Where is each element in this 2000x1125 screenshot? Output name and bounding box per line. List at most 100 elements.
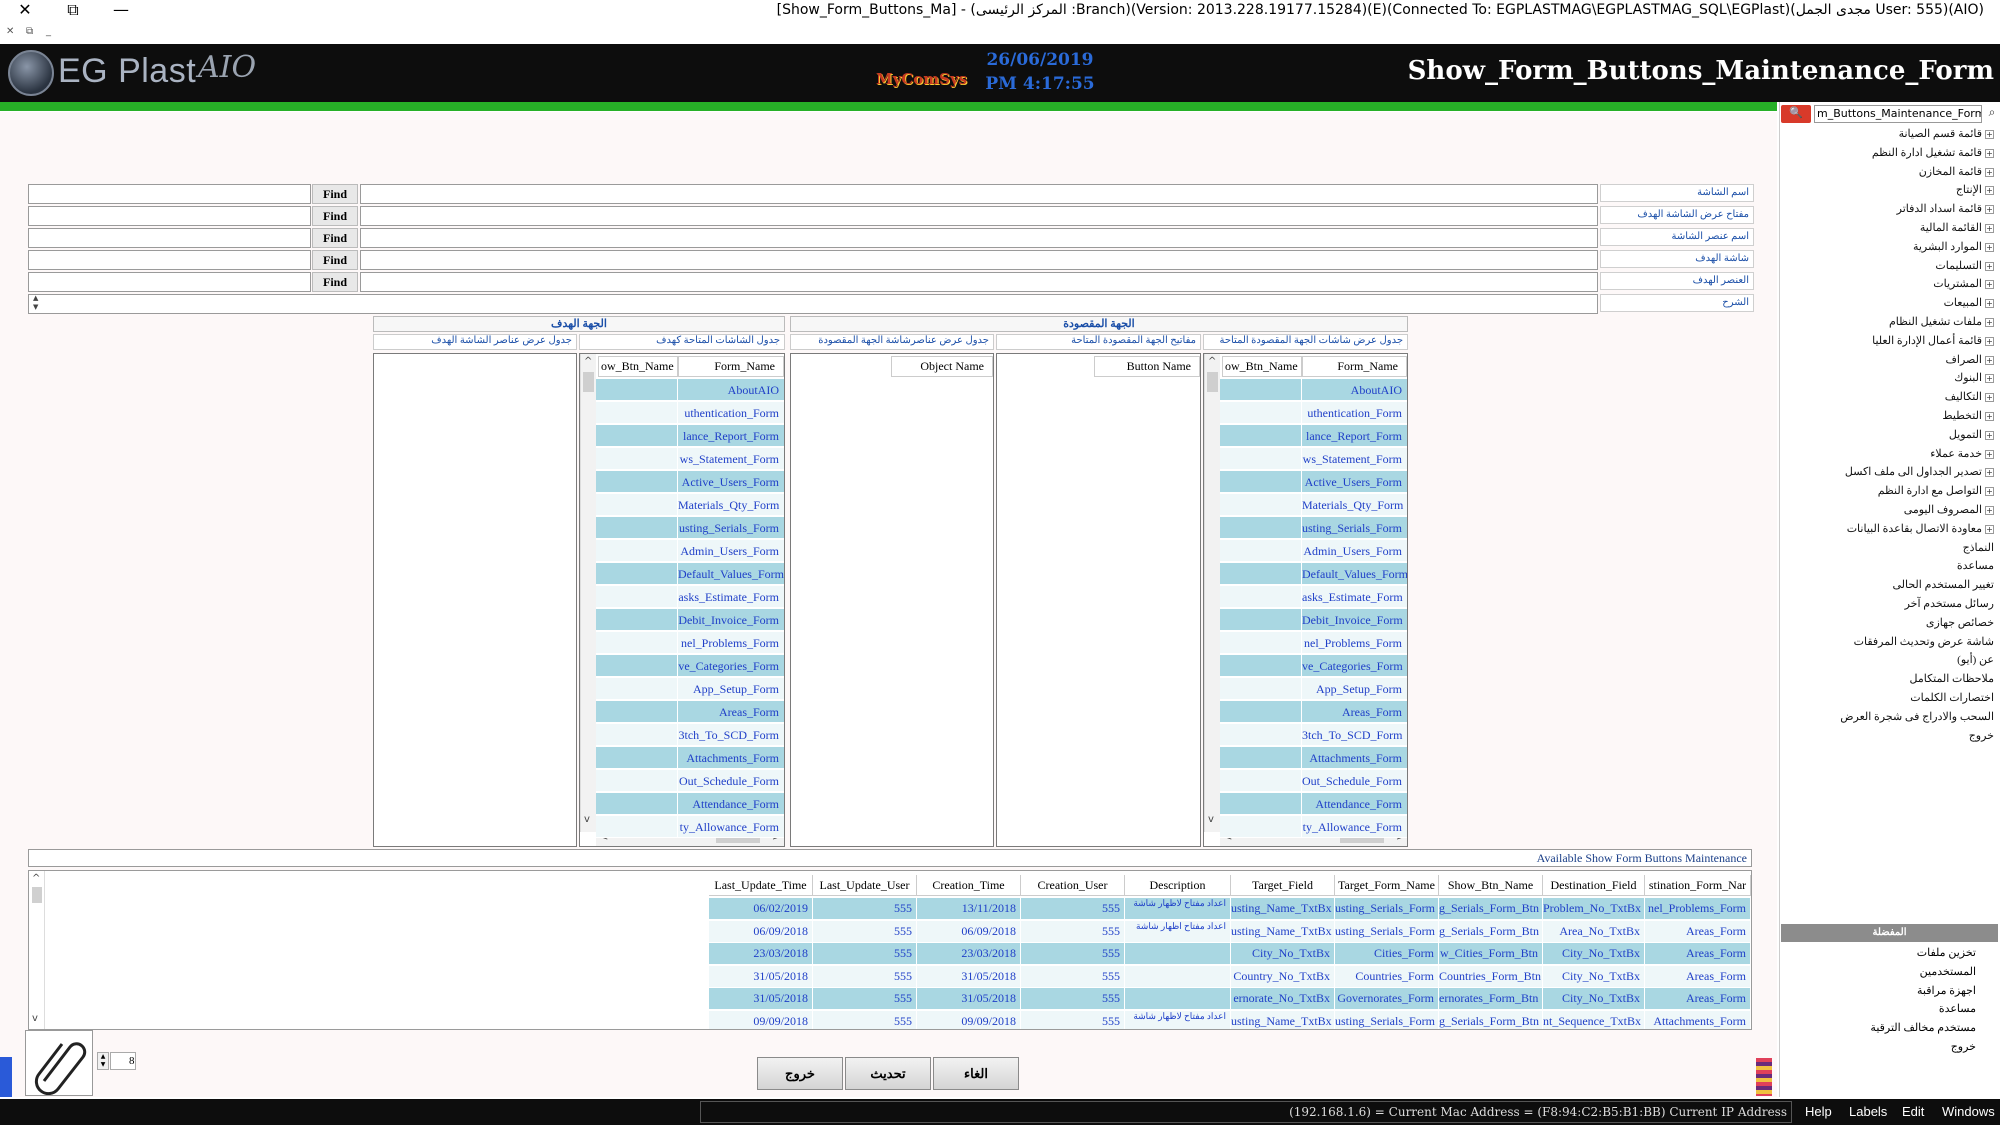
sidebar-search-input[interactable]: m_Buttons_Maintenance_Form [1814,105,1982,123]
vertical-scrollbar[interactable]: ^ v [1204,354,1220,832]
form-grid-row[interactable]: Active_Users_Form [596,471,784,494]
form-grid-row[interactable]: uthentication_Form [596,402,784,425]
form-name-cell[interactable]: 3tch_To_SCD_Form [1302,724,1407,746]
table-col-header[interactable]: Show_Btn_Name [1439,875,1543,896]
form-grid-row[interactable]: Active_Users_Form [1220,471,1407,494]
table-col-header[interactable]: Destination_Field [1543,875,1645,896]
description-textarea[interactable]: ▲ ▼ [28,294,1598,314]
table-cell[interactable]: Areas_Form [1645,920,1751,943]
btn-name-cell[interactable] [1220,540,1302,562]
table-cell[interactable]: ernorates_Form_Btn [1439,988,1543,1011]
form-name-cell[interactable]: uthentication_Form [678,402,784,424]
favorites-item[interactable]: اجهزة مراقبة [1917,982,1976,1000]
side-tab-icon[interactable] [0,1057,12,1097]
expand-icon[interactable]: + [1985,223,1994,233]
table-cell[interactable]: g_Serials_Form_Btn [1439,920,1543,943]
table-cell[interactable]: usting_Name_TxtBx [1231,898,1335,920]
btn-name-cell[interactable] [596,747,678,769]
btn-name-cell[interactable] [596,632,678,654]
find-target-button-button[interactable]: Find [312,206,358,226]
col-header-form-name[interactable]: Form_Name [678,356,784,377]
table-cell[interactable]: Areas_Form [1645,988,1751,1011]
expand-icon[interactable]: + [1985,148,1994,158]
btn-name-cell[interactable] [596,770,678,792]
form-grid-row[interactable]: Areas_Form [596,701,784,724]
form-grid-row[interactable]: App_Setup_Form [596,678,784,701]
table-cell[interactable]: 06/09/2018 [917,920,1021,943]
form-grid-row[interactable]: App_Setup_Form [1220,678,1407,701]
sidebar-tree-item[interactable]: الموارد البشرية + [1913,238,1994,256]
sidebar-tree-item[interactable]: ملفات تشغيل النظام + [1889,313,1994,331]
mdi-minimize-icon[interactable]: _ [46,26,51,37]
table-col-header[interactable]: Last_Update_Time [709,875,813,896]
form-name-cell[interactable]: AboutAIO [678,379,784,401]
table-col-header[interactable]: Target_Form_Name [1335,875,1439,896]
counter-spinner[interactable]: ▲ ▼ [97,1052,109,1070]
btn-name-cell[interactable] [1220,747,1302,769]
update-button[interactable]: تحديث [845,1057,931,1090]
exit-button[interactable]: خروج [757,1057,843,1090]
table-col-header[interactable]: stination_Form_Nar [1645,875,1751,896]
table-cell[interactable]: Countries_Form [1335,965,1439,988]
btn-name-cell[interactable] [1220,816,1302,838]
form-name-cell[interactable]: asks_Estimate_Form [678,586,784,608]
expand-icon[interactable]: + [1985,167,1994,177]
btn-name-cell[interactable] [1220,770,1302,792]
form-grid-row[interactable]: Debit_Invoice_Form [1220,609,1407,632]
table-cell[interactable]: Areas_Form [1645,965,1751,988]
scroll-down-icon[interactable]: ▼ [33,303,38,311]
form-name-cell[interactable]: asks_Estimate_Form [1302,586,1407,608]
scroll-thumb[interactable] [583,372,594,392]
btn-name-cell[interactable] [596,425,678,447]
table-cell[interactable]: 555 [813,988,917,1011]
btn-name-cell[interactable] [596,678,678,700]
table-cell[interactable]: 23/03/2018 [709,943,813,966]
col-header-object-name[interactable]: Object Name [891,356,993,377]
form-name-cell[interactable]: ty_Allowance_Form [678,816,784,838]
favorites-item[interactable]: المستخدمين [1920,963,1976,981]
form-grid-row[interactable]: Out_Schedule_Form [1220,770,1407,793]
target-form-input[interactable] [360,250,1598,270]
vertical-scrollbar[interactable]: ^ v [580,354,596,832]
table-cell[interactable]: 555 [813,898,917,920]
btn-name-cell[interactable] [1220,609,1302,631]
expand-icon[interactable]: + [1985,355,1994,365]
table-cell[interactable]: City_No_TxtBx [1543,943,1645,966]
form-grid-row[interactable]: Admin_Users_Form [596,540,784,563]
form-name-input[interactable] [360,184,1598,204]
table-cell[interactable]: 31/05/2018 [709,988,813,1011]
table-cell[interactable]: 13/11/2018 [917,898,1021,920]
sidebar-tree-item[interactable]: المبيعات + [1944,294,1994,312]
form-name-cell[interactable]: Out_Schedule_Form [1302,770,1407,792]
form-grid-row[interactable]: ws_Statement_Form [596,448,784,471]
target-element-input[interactable] [360,272,1598,292]
expand-icon[interactable]: + [1985,505,1994,515]
source-forms-grid[interactable]: ow_Btn_Name Form_Name ^ v < > AboutAIOut… [1203,353,1408,847]
sidebar-tree-item[interactable]: التخطيط + [1942,407,1994,425]
form-name-cell[interactable]: uthentication_Form [1302,402,1407,424]
expand-icon[interactable]: + [1985,280,1994,290]
form-grid-row[interactable]: Attendance_Form [596,793,784,816]
scroll-up-icon[interactable]: ▲ [33,294,38,302]
form-name-cell[interactable]: App_Setup_Form [1302,678,1407,700]
expand-icon[interactable]: + [1985,374,1994,384]
form-name-cell[interactable]: lance_Report_Form [678,425,784,447]
sidebar-tree-item[interactable]: قائمة تشغيل ادارة النظم + [1872,144,1994,162]
scroll-down-icon[interactable]: v [1208,814,1214,825]
expand-icon[interactable]: + [1985,393,1994,403]
counter-input[interactable]: 8 [110,1052,136,1070]
sidebar-tree-item[interactable]: خصائص جهازى [1926,614,1994,632]
form-grid-row[interactable]: AboutAIO [596,379,784,402]
btn-name-cell[interactable] [596,540,678,562]
btn-name-cell[interactable] [596,724,678,746]
btn-name-cell[interactable] [1220,586,1302,608]
form-name-cell[interactable]: Default_Values_Form [678,563,784,585]
form-name-cell[interactable]: Attendance_Form [1302,793,1407,815]
table-cell[interactable]: Country_No_TxtBx [1231,965,1335,988]
expand-icon[interactable]: + [1985,487,1994,497]
table-cell[interactable]: Areas_Form [1645,943,1751,966]
favorites-item[interactable]: خروج [1951,1038,1976,1056]
form-grid-row[interactable]: Areas_Form [1220,701,1407,724]
btn-name-cell[interactable] [596,701,678,723]
btn-name-cell[interactable] [1220,724,1302,746]
